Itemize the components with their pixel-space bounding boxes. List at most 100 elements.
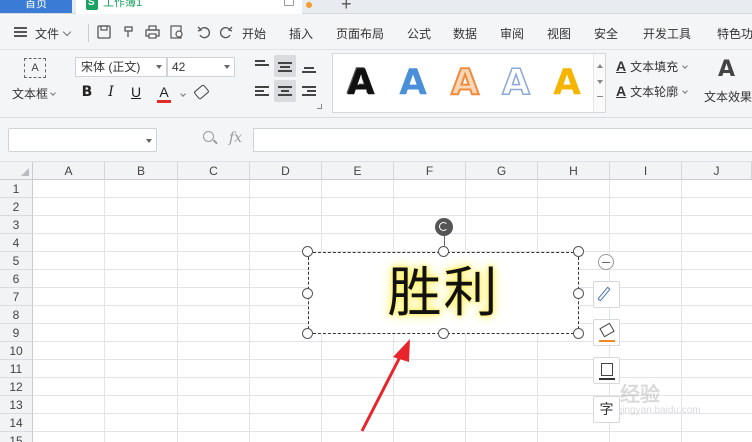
resize-handle-left[interactable] [302,288,313,299]
dialog-launcher-icon[interactable] [317,104,322,109]
rotation-stem [444,236,445,246]
align-center-button[interactable] [274,80,296,102]
text-outline-button[interactable]: A 文本轮廓 [616,83,688,100]
zoom-icon[interactable] [203,131,214,142]
bold-button[interactable]: B [79,83,95,101]
underline-button[interactable]: U [128,83,144,101]
align-top-button[interactable] [251,55,273,77]
font-family-select[interactable]: 宋体 (正文) [75,57,167,77]
column-header[interactable]: A [33,162,105,180]
hamburger-menu-icon[interactable] [14,27,27,37]
collapse-toolbar-icon[interactable] [598,254,614,270]
fx-icon[interactable]: fx [229,130,242,146]
rotate-handle-icon[interactable] [435,218,453,236]
column-header[interactable]: D [250,162,322,180]
column-header[interactable]: C [178,162,250,180]
text-style-blue[interactable]: A [389,58,437,108]
print-icon[interactable] [145,25,160,40]
row-header[interactable]: 9 [0,324,33,342]
shape-fill-button[interactable] [593,319,620,346]
tab-home[interactable]: 首页 [0,0,72,13]
undo-icon[interactable] [196,25,211,40]
tab-workbook[interactable]: 工作簿1 [76,0,302,14]
shape-style-button[interactable] [593,281,620,308]
menu-insert[interactable]: 插入 [289,25,313,42]
chevron-down-icon[interactable] [180,91,186,97]
menu-features[interactable]: 特色功 [717,25,752,42]
clear-format-eraser-icon[interactable] [193,83,210,101]
format-painter-icon[interactable] [121,25,136,40]
select-all-corner[interactable] [0,162,33,180]
italic-button[interactable]: I [103,83,119,101]
textbox-icon[interactable]: A [24,58,46,78]
gallery-scroll[interactable] [593,54,605,112]
row-header[interactable]: 14 [0,414,33,432]
redo-icon[interactable] [218,25,233,40]
shape-outline-button[interactable] [593,357,620,384]
textbox-button[interactable]: 文本框 [12,85,56,102]
column-header[interactable]: F [394,162,466,180]
row-header[interactable]: 12 [0,378,33,396]
text-style-gold[interactable]: A [543,58,591,108]
resize-handle-right[interactable] [573,288,584,299]
row-header[interactable]: 2 [0,198,33,216]
text-outline-icon: A [616,83,627,99]
monitor-icon[interactable] [284,0,294,6]
menu-page-layout[interactable]: 页面布局 [336,25,384,42]
textbox-content[interactable]: 胜利 [309,253,578,333]
row-header[interactable]: 15 [0,432,33,442]
menu-home[interactable]: 开始 [242,25,266,42]
name-box[interactable] [8,128,157,152]
menu-file[interactable]: 文件 [35,25,72,42]
text-effect-label[interactable]: 文本效果 [704,88,752,105]
row-header[interactable]: 5 [0,252,33,270]
resize-handle-bottom-right[interactable] [573,328,584,339]
menu-view[interactable]: 视图 [547,25,571,42]
column-header[interactable]: G [466,162,538,180]
align-middle-button[interactable] [274,55,296,77]
column-header[interactable]: H [538,162,610,180]
spreadsheet-icon [86,0,98,10]
column-header[interactable]: B [105,162,178,180]
resize-handle-bottom[interactable] [438,328,449,339]
row-header[interactable]: 6 [0,270,33,288]
textbox-shape[interactable]: 胜利 [308,252,579,334]
align-right-button[interactable] [298,80,320,102]
save-icon[interactable] [96,25,111,40]
row-header[interactable]: 8 [0,306,33,324]
row-header[interactable]: 4 [0,234,33,252]
text-fill-button[interactable]: A 文本填充 [616,58,688,75]
resize-handle-top[interactable] [438,246,449,257]
resize-handle-top-left[interactable] [302,246,313,257]
resize-handle-top-right[interactable] [573,246,584,257]
print-preview-icon[interactable] [169,25,184,40]
column-header[interactable]: I [610,162,682,180]
menu-developer[interactable]: 开发工具 [643,25,691,42]
text-style-orange-outline[interactable]: A [441,58,489,108]
new-tab-plus-icon[interactable]: + [341,0,352,13]
formula-input[interactable] [253,128,752,152]
font-size-select[interactable]: 42 [167,57,235,77]
font-family-value: 宋体 (正文) [81,60,141,74]
unsaved-dot-icon [306,2,312,8]
resize-handle-bottom-left[interactable] [302,328,313,339]
text-effect-icon[interactable]: A [718,57,735,82]
font-color-button[interactable]: A [156,83,172,101]
menu-review[interactable]: 审阅 [500,25,524,42]
text-style-blue-outline[interactable]: A [492,58,540,108]
align-left-button[interactable] [251,80,273,102]
text-style-black[interactable]: A [337,58,385,108]
row-header[interactable]: 3 [0,216,33,234]
menu-data[interactable]: 数据 [453,25,477,42]
menu-security[interactable]: 安全 [594,25,618,42]
row-header[interactable]: 1 [0,180,33,198]
row-header[interactable]: 7 [0,288,33,306]
column-header[interactable]: E [322,162,394,180]
text-options-button[interactable]: 字 [593,396,620,423]
menu-formulas[interactable]: 公式 [407,25,431,42]
column-header[interactable]: J [682,162,752,180]
align-bottom-button[interactable] [298,55,320,77]
row-header[interactable]: 10 [0,342,33,360]
row-header[interactable]: 13 [0,396,33,414]
row-header[interactable]: 11 [0,360,33,378]
